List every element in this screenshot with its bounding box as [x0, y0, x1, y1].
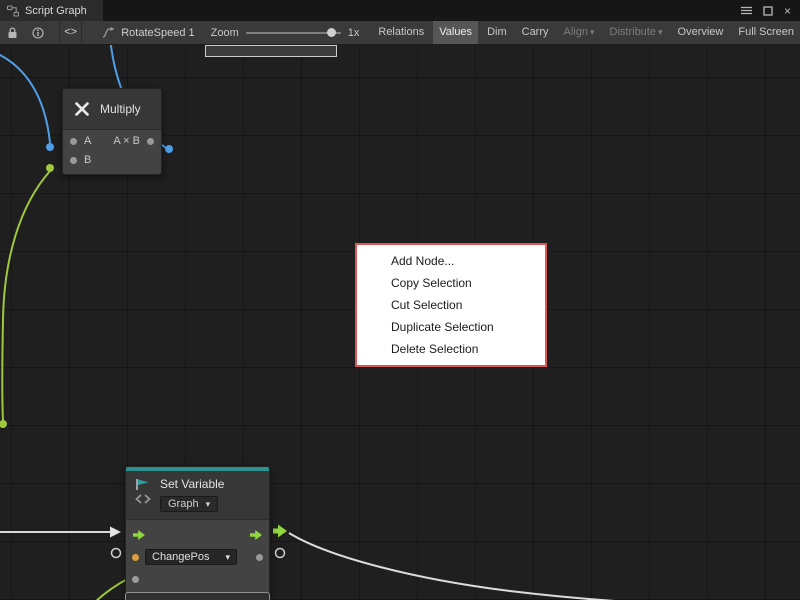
distribute-label: Distribute: [610, 26, 656, 38]
lock-button[interactable]: [0, 21, 25, 44]
tab-title: Script Graph: [25, 5, 87, 17]
values-button[interactable]: Values: [433, 21, 478, 44]
tab-script-graph[interactable]: Script Graph: [0, 0, 103, 21]
variable-scope-label: Graph: [168, 498, 199, 510]
chevron-down-icon: ▾: [658, 27, 663, 37]
multiply-node-title: Multiply: [100, 102, 141, 116]
lock-icon: [7, 27, 18, 39]
window-controls: ×: [741, 0, 800, 21]
info-icon: [32, 27, 44, 39]
port-result-dot[interactable]: [147, 138, 154, 145]
variable-name-label: ChangePos: [152, 551, 210, 563]
script-graph-icon: [102, 27, 115, 39]
chevron-down-icon: ▾: [590, 27, 595, 37]
align-button[interactable]: Align▾: [558, 21, 601, 44]
info-button[interactable]: [25, 21, 51, 44]
multiply-icon: [72, 99, 92, 119]
align-label: Align: [564, 26, 588, 38]
script-graph-window: Multiply A A × B B Set Variable: [0, 0, 800, 600]
carry-button[interactable]: Carry: [516, 21, 555, 44]
graph-reference[interactable]: RotateSpeed 1: [102, 27, 194, 39]
value-output-port[interactable]: [256, 554, 263, 561]
flow-row: [126, 524, 269, 546]
toolbar-buttons: Relations Values Dim Carry Align▾ Distri…: [372, 21, 800, 44]
menu-item-duplicate-selection[interactable]: Duplicate Selection: [357, 316, 545, 338]
flow-output-port[interactable]: [249, 529, 263, 541]
dropdown-outline: [205, 45, 337, 57]
relations-button[interactable]: Relations: [372, 21, 430, 44]
variable-scope-dropdown[interactable]: Graph ▾: [160, 496, 218, 512]
graph-icon: [7, 5, 19, 17]
close-button[interactable]: ×: [784, 4, 791, 18]
dim-button[interactable]: Dim: [481, 21, 513, 44]
flow-input-port[interactable]: [132, 529, 146, 541]
set-variable-header[interactable]: Set Variable Graph ▾: [126, 471, 269, 520]
variable-value-row: ChangePos ▾: [126, 546, 269, 568]
multiply-row-b: B: [63, 152, 161, 174]
variable-name-dropdown[interactable]: ChangePos ▾: [145, 549, 237, 565]
titlebar: Script Graph ×: [0, 0, 800, 21]
menu-item-cut-selection[interactable]: Cut Selection: [357, 294, 545, 316]
port-b-dot[interactable]: [70, 157, 77, 164]
chevron-down-icon: ▾: [206, 499, 211, 510]
zoom-value: 1x: [348, 27, 360, 39]
extra-input-port[interactable]: [132, 576, 139, 583]
multiply-row-a: A A × B: [63, 130, 161, 152]
node-multiply[interactable]: Multiply A A × B B: [62, 88, 162, 175]
menu-item-delete-selection[interactable]: Delete Selection: [357, 338, 545, 360]
fullscreen-button[interactable]: Full Screen: [732, 21, 800, 44]
port-a-label: A: [84, 135, 91, 147]
chevron-down-icon: ▾: [225, 552, 230, 563]
distribute-button[interactable]: Distribute▾: [604, 21, 669, 44]
node-partial-bottom[interactable]: [125, 592, 270, 600]
port-result-label: A × B: [113, 135, 140, 147]
code-view-button[interactable]: <>: [59, 21, 82, 44]
graph-name-label: RotateSpeed 1: [121, 27, 194, 39]
zoom-label: Zoom: [211, 27, 239, 39]
zoom-slider-handle[interactable]: [327, 28, 336, 37]
value-input-port[interactable]: [132, 554, 139, 561]
set-variable-title: Set Variable: [160, 477, 224, 492]
variable-icon: [134, 477, 152, 507]
port-a-dot[interactable]: [70, 138, 77, 145]
menu-item-copy-selection[interactable]: Copy Selection: [357, 272, 545, 294]
zoom-control: Zoom 1x: [211, 27, 360, 39]
context-menu: Add Node... Copy Selection Cut Selection…: [355, 243, 547, 367]
maximize-button[interactable]: [763, 6, 773, 16]
port-b-label: B: [84, 154, 91, 166]
toolbar: <> RotateSpeed 1 Zoom 1x Relations Value…: [0, 21, 800, 45]
multiply-node-header[interactable]: Multiply: [63, 89, 161, 130]
menu-item-add-node[interactable]: Add Node...: [357, 250, 545, 272]
window-menu-icon[interactable]: [741, 6, 752, 15]
node-set-variable[interactable]: Set Variable Graph ▾ ChangePo: [125, 466, 270, 595]
zoom-slider[interactable]: [246, 32, 341, 34]
overview-button[interactable]: Overview: [672, 21, 730, 44]
extra-port-row: [126, 568, 269, 590]
